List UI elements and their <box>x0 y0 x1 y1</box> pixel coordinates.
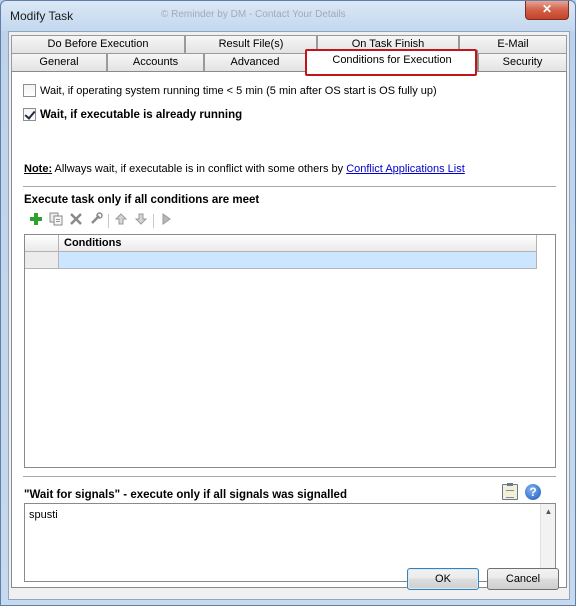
toolbar-separator <box>108 214 109 228</box>
wait-running-label: Wait, if executable is already running <box>40 108 243 121</box>
dialog-client-area: Do Before Execution Result File(s) On Ta… <box>8 31 570 600</box>
wait-running-checkbox[interactable] <box>23 108 36 121</box>
divider <box>23 476 556 477</box>
move-up-icon[interactable] <box>111 212 131 230</box>
note-body: Allways wait, if executable is in confli… <box>52 163 347 175</box>
conditions-grid[interactable]: Conditions <box>24 234 556 468</box>
edit-icon[interactable] <box>86 212 106 230</box>
tab-general[interactable]: General <box>11 53 107 71</box>
tab-accounts[interactable]: Accounts <box>107 53 204 71</box>
cancel-button[interactable]: Cancel <box>487 568 559 590</box>
tab-result-files[interactable]: Result File(s) <box>185 35 317 53</box>
run-icon[interactable] <box>156 212 176 230</box>
conditions-toolbar <box>26 212 176 230</box>
help-icon[interactable]: ? <box>525 484 541 500</box>
title-bar[interactable]: Modify Task © Reminder by DM - Contact Y… <box>1 1 575 31</box>
conflict-applications-link[interactable]: Conflict Applications List <box>346 163 465 175</box>
divider <box>23 186 556 187</box>
copy-icon[interactable] <box>46 212 66 230</box>
tab-advanced[interactable]: Advanced <box>204 53 306 71</box>
clipboard-icon[interactable] <box>502 483 518 500</box>
row-indicator[interactable] <box>25 252 59 269</box>
move-down-icon[interactable] <box>131 212 151 230</box>
conditions-panel: Wait, if operating system running time <… <box>11 71 567 588</box>
scroll-up-icon[interactable]: ▲ <box>541 504 556 519</box>
tab-conditions-for-execution[interactable]: Conditions for Execution <box>306 50 478 72</box>
ok-button[interactable]: OK <box>407 568 479 590</box>
note-prefix: Note: <box>24 163 53 175</box>
wait-os-option[interactable]: Wait, if operating system running time <… <box>23 84 437 97</box>
close-button[interactable]: ✕ <box>525 1 569 20</box>
wait-os-checkbox[interactable] <box>23 84 36 97</box>
conditions-column-header[interactable]: Conditions <box>59 235 537 252</box>
grid-corner <box>25 235 59 252</box>
toolbar-separator <box>153 214 154 228</box>
wait-running-option[interactable]: Wait, if executable is already running <box>23 108 242 121</box>
add-icon[interactable] <box>26 212 46 230</box>
table-row[interactable] <box>25 252 537 269</box>
conditions-section-title: Execute task only if all conditions are … <box>24 194 260 206</box>
wait-os-label: Wait, if operating system running time <… <box>40 84 437 97</box>
modify-task-window: Modify Task © Reminder by DM - Contact Y… <box>0 0 576 606</box>
note-text: Note: Allways wait, if executable is in … <box>24 163 465 175</box>
condition-cell[interactable] <box>59 252 537 269</box>
delete-icon[interactable] <box>66 212 86 230</box>
window-title: Modify Task <box>10 9 74 23</box>
background-window-text: © Reminder by DM - Contact Your Details <box>161 9 346 20</box>
tab-security[interactable]: Security <box>478 53 567 71</box>
signals-value: spusti <box>29 509 58 521</box>
grid-header: Conditions <box>25 235 537 252</box>
signals-section-title: "Wait for signals" - execute only if all… <box>24 489 347 501</box>
tab-do-before-execution[interactable]: Do Before Execution <box>11 35 185 53</box>
